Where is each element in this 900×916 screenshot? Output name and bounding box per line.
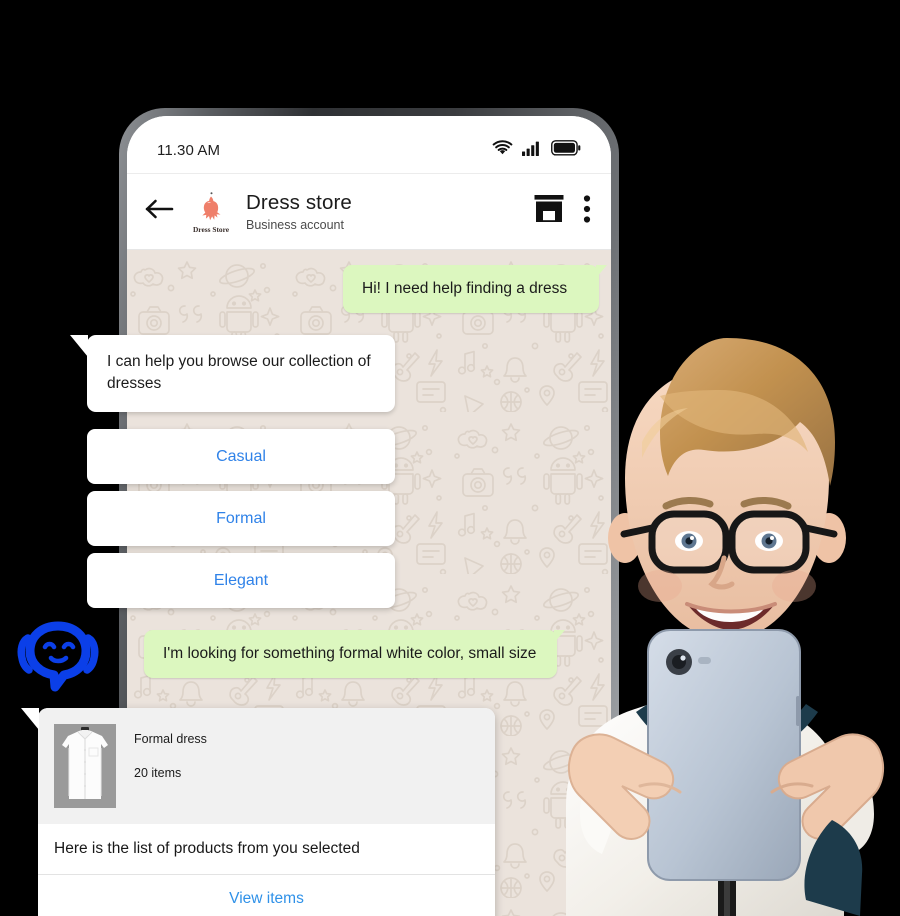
product-item-count: 20 items: [134, 766, 182, 780]
product-thumbnail: [54, 724, 116, 808]
product-card-inner: Formal dress 20 items Here is the list o…: [38, 708, 495, 916]
status-bar-icons: [492, 140, 581, 161]
battery-icon: [551, 140, 581, 161]
quick-reply-label: Casual: [216, 447, 266, 465]
status-bar-time: 11.30 AM: [157, 142, 221, 159]
avatar[interactable]: Dress Store: [187, 189, 235, 235]
chat-header-actions: [532, 194, 595, 229]
overflow-menu-icon[interactable]: [583, 194, 591, 229]
product-name: Formal dress: [134, 732, 207, 746]
chat-header: Dress Store Dress store Business account: [127, 174, 611, 250]
quick-reply-label: Elegant: [213, 571, 269, 589]
message-bubble-outgoing: I'm looking for something formal white c…: [144, 630, 565, 679]
storefront-icon[interactable]: [532, 194, 566, 229]
chat-header-text: Dress store Business account: [246, 191, 532, 232]
message-text: Hi! I need help finding a dress: [362, 280, 568, 297]
message-bubble-incoming: I can help you browse our collection of …: [70, 335, 395, 412]
quick-reply-formal[interactable]: Formal: [87, 491, 395, 546]
message-text: I can help you browse our collection of …: [107, 353, 371, 393]
wifi-icon: [492, 140, 513, 161]
person-photo: [548, 300, 900, 916]
status-bar: 11.30 AM: [127, 116, 611, 174]
contact-name: Dress store: [246, 191, 352, 215]
signal-bars-icon: [522, 141, 542, 161]
product-summary-row: Formal dress 20 items: [38, 708, 495, 824]
chatbot-robot-icon: [10, 616, 106, 700]
product-card-description: Here is the list of products from you se…: [38, 824, 495, 875]
quick-reply-elegant[interactable]: Elegant: [87, 553, 395, 608]
screenshot-stage: 11.30 AM Dress Store Dress store Busines…: [0, 0, 900, 916]
product-meta: Formal dress 20 items: [134, 724, 207, 780]
view-items-button[interactable]: View items: [38, 875, 495, 916]
product-card: Formal dress 20 items Here is the list o…: [21, 708, 495, 916]
quick-reply-label: Formal: [216, 509, 266, 527]
svg-text:Dress Store: Dress Store: [193, 225, 230, 234]
message-text: I'm looking for something formal white c…: [163, 645, 537, 662]
back-arrow-icon[interactable]: [145, 198, 179, 225]
quick-reply-casual[interactable]: Casual: [87, 429, 395, 484]
contact-subtitle: Business account: [246, 217, 344, 232]
